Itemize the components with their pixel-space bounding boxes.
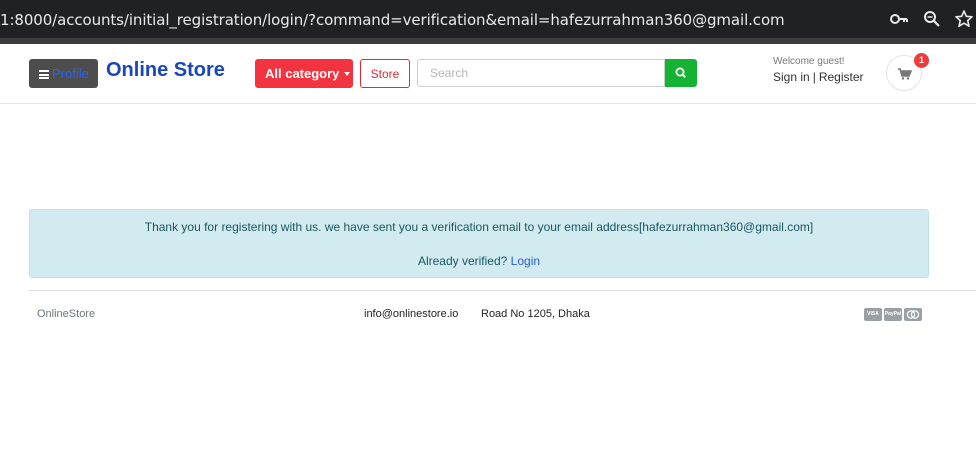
login-link[interactable]: Login bbox=[511, 254, 540, 268]
mastercard-icon bbox=[904, 308, 922, 321]
key-icon[interactable] bbox=[889, 9, 909, 29]
profile-label: Profile bbox=[52, 66, 89, 81]
profile-button[interactable]: Profile bbox=[29, 59, 98, 88]
site-footer: OnlineStore info@onlinestore.io Road No … bbox=[0, 291, 976, 331]
caret-down-icon bbox=[344, 72, 351, 76]
verification-message: Thank you for registering with us. we ha… bbox=[144, 220, 814, 234]
menu-bars-icon bbox=[39, 70, 49, 79]
browser-address-bar: 1:8000/accounts/initial_registration/log… bbox=[0, 0, 976, 38]
footer-email: info@onlinestore.io bbox=[364, 308, 459, 320]
footer-address: Road No 1205, Dhaka bbox=[481, 308, 590, 320]
paypal-icon: PayPal bbox=[884, 308, 902, 321]
category-label: All category bbox=[265, 66, 340, 81]
all-category-button[interactable]: All category bbox=[255, 59, 353, 88]
zoom-icon[interactable] bbox=[922, 9, 942, 29]
verification-alert: Thank you for registering with us. we ha… bbox=[29, 209, 929, 278]
site-header: Profile Online Store All category Store … bbox=[0, 44, 976, 104]
url-text[interactable]: 1:8000/accounts/initial_registration/log… bbox=[0, 11, 785, 29]
auth-separator: | bbox=[812, 70, 816, 84]
register-link[interactable]: Register bbox=[819, 70, 864, 84]
already-verified-line: Already verified? Login bbox=[30, 254, 928, 268]
footer-brand: OnlineStore bbox=[37, 308, 96, 320]
auth-links: Sign in | Register bbox=[773, 70, 864, 84]
visa-icon: VISA bbox=[864, 308, 882, 321]
brand-logo[interactable]: Online Store bbox=[106, 59, 225, 82]
cart-count-badge: 1 bbox=[914, 53, 929, 68]
sign-in-link[interactable]: Sign in bbox=[773, 70, 810, 84]
store-button[interactable]: Store bbox=[360, 59, 410, 88]
welcome-text: Welcome guest! bbox=[773, 56, 845, 67]
already-verified-text: Already verified? bbox=[417, 254, 508, 268]
search-input[interactable] bbox=[417, 59, 665, 87]
search-icon bbox=[675, 67, 687, 79]
search-button[interactable] bbox=[665, 59, 697, 87]
star-icon[interactable] bbox=[954, 9, 974, 29]
